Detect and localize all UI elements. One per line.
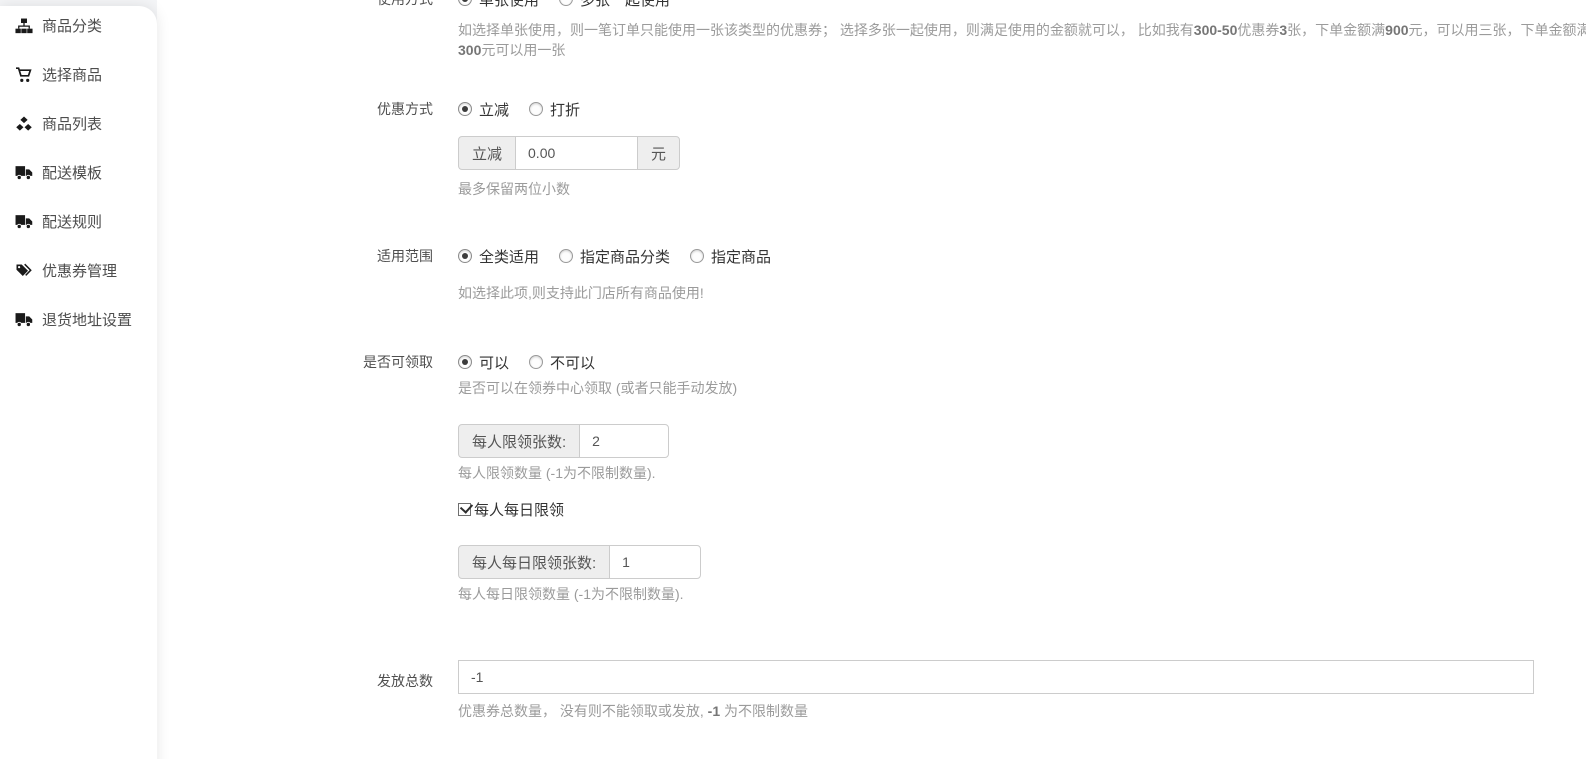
radio-icon[interactable] <box>559 0 573 6</box>
usage-label: 使用方式 <box>157 0 433 60</box>
scope-help: 如选择此项,则支持此门店所有商品使用! <box>458 284 791 303</box>
scope-radio-group: 全类适用 指定商品分类 指定商品 <box>458 241 791 271</box>
reduce-amount-addon: 立减 <box>458 136 516 170</box>
sidebar-item-product-list[interactable]: 商品列表 <box>0 99 157 148</box>
claim-label: 是否可领取 <box>157 347 433 604</box>
sitemap-icon <box>14 17 33 34</box>
per-person-limit-addon: 每人限领张数: <box>458 424 580 458</box>
discount-radio-group: 立减 打折 <box>458 94 680 124</box>
radio-percent-off[interactable]: 打折 <box>529 99 580 120</box>
sidebar-item-label: 退货地址设置 <box>42 309 132 330</box>
sidebar: 商品分类 选择商品 <box>0 6 157 759</box>
coupon-form: 使用方式 单张使用 多张一起使用 如选择单张使用，则一笔订单只能使用一张 <box>157 0 1586 721</box>
radio-specified-product[interactable]: 指定商品 <box>690 246 771 267</box>
radio-label: 立减 <box>479 99 509 120</box>
sidebar-item-return-address-settings[interactable]: 退货地址设置 <box>0 295 157 344</box>
per-person-limit-help: 每人限领数量 (-1为不限制数量). <box>458 464 737 483</box>
radio-claimable-yes[interactable]: 可以 <box>458 352 509 373</box>
radio-icon[interactable] <box>458 0 472 6</box>
cubes-icon <box>14 115 33 132</box>
sidebar-item-select-products[interactable]: 选择商品 <box>0 50 157 99</box>
radio-label: 单张使用 <box>479 0 539 10</box>
truck-icon <box>14 164 33 181</box>
claim-help: 是否可以在领券中心领取 (或者只能手动发放) <box>458 379 737 398</box>
sidebar-item-label: 配送模板 <box>42 162 102 183</box>
sidebar-item-label: 商品列表 <box>42 113 102 134</box>
radio-multi-use[interactable]: 多张一起使用 <box>559 0 670 10</box>
total-label: 发放总数 <box>157 660 433 721</box>
discount-help: 最多保留两位小数 <box>458 180 680 199</box>
page: 使用方式 单张使用 多张一起使用 如选择单张使用，则一笔订单只能使用一张 <box>0 0 1586 759</box>
radio-label: 打折 <box>550 99 580 120</box>
usage-description: 如选择单张使用，则一笔订单只能使用一张该类型的优惠券； 选择多张一起使用，则满足… <box>458 20 1586 60</box>
scope-label: 适用范围 <box>157 241 433 303</box>
form-row-discount: 优惠方式 立减 打折 立减 <box>157 94 1586 199</box>
per-day-limit-help: 每人每日限领数量 (-1为不限制数量). <box>458 585 737 604</box>
form-row-usage: 使用方式 单张使用 多张一起使用 如选择单张使用，则一笔订单只能使用一张 <box>157 0 1586 60</box>
truck-icon <box>14 213 33 230</box>
reduce-amount-group: 立减 元 <box>458 136 680 170</box>
tags-icon <box>14 262 33 279</box>
truck-icon <box>14 311 33 328</box>
per-day-limit-addon: 每人每日限领张数: <box>458 545 610 579</box>
radio-label: 指定商品 <box>711 246 771 267</box>
sidebar-item-label: 优惠券管理 <box>42 260 117 281</box>
yuan-unit-addon: 元 <box>637 136 680 170</box>
radio-instant-reduce[interactable]: 立减 <box>458 99 509 120</box>
radio-claimable-no[interactable]: 不可以 <box>529 352 595 373</box>
radio-specified-category[interactable]: 指定商品分类 <box>559 246 670 267</box>
main-content: 使用方式 单张使用 多张一起使用 如选择单张使用，则一笔订单只能使用一张 <box>157 0 1586 759</box>
usage-description-line1: 如选择单张使用，则一笔订单只能使用一张该类型的优惠券； 选择多张一起使用，则满足… <box>458 20 1586 40</box>
sidebar-item-coupon-management[interactable]: 优惠券管理 <box>0 246 157 295</box>
radio-label: 不可以 <box>550 352 595 373</box>
form-row-total: 发放总数 优惠券总数量， 没有则不能领取或发放, -1 为不限制数量 <box>157 660 1586 721</box>
form-row-scope: 适用范围 全类适用 指定商品分类 指定商品 <box>157 241 1586 303</box>
total-help: 优惠券总数量， 没有则不能领取或发放, -1 为不限制数量 <box>458 702 1534 721</box>
sidebar-nav: 商品分类 选择商品 <box>0 1 157 344</box>
sidebar-item-label: 商品分类 <box>42 15 102 36</box>
discount-label: 优惠方式 <box>157 94 433 199</box>
usage-radio-group: 单张使用 多张一起使用 <box>458 0 1586 14</box>
radio-icon[interactable] <box>458 355 472 369</box>
reduce-amount-input[interactable] <box>515 136 638 170</box>
sidebar-item-product-categories[interactable]: 商品分类 <box>0 1 157 50</box>
total-count-input[interactable] <box>458 660 1534 694</box>
radio-icon[interactable] <box>458 249 472 263</box>
usage-description-line2: 300元可以用一张 <box>458 40 1586 60</box>
radio-icon[interactable] <box>529 102 543 116</box>
per-day-limit-group: 每人每日限领张数: <box>458 545 737 579</box>
radio-icon[interactable] <box>529 355 543 369</box>
claim-radio-group: 可以 不可以 <box>458 347 737 377</box>
sidebar-item-label: 配送规则 <box>42 211 102 232</box>
sidebar-item-delivery-template[interactable]: 配送模板 <box>0 148 157 197</box>
cart-icon <box>14 66 33 83</box>
per-day-limit-input[interactable] <box>609 545 701 579</box>
radio-label: 全类适用 <box>479 246 539 267</box>
radio-label: 多张一起使用 <box>580 0 670 10</box>
form-row-claim: 是否可领取 可以 不可以 是否可以在领券中心领取 (或者只能手动发放) <box>157 347 1586 604</box>
checkbox-icon[interactable] <box>458 503 471 516</box>
daily-limit-checkbox-row[interactable]: 每人每日限领 <box>458 499 737 519</box>
radio-all-categories[interactable]: 全类适用 <box>458 246 539 267</box>
checkbox-label: 每人每日限领 <box>474 499 564 520</box>
per-person-limit-group: 每人限领张数: <box>458 424 737 458</box>
radio-icon[interactable] <box>458 102 472 116</box>
per-person-limit-input[interactable] <box>579 424 669 458</box>
sidebar-item-label: 选择商品 <box>42 64 102 85</box>
radio-label: 可以 <box>479 352 509 373</box>
sidebar-item-delivery-rules[interactable]: 配送规则 <box>0 197 157 246</box>
radio-label: 指定商品分类 <box>580 246 670 267</box>
radio-single-use[interactable]: 单张使用 <box>458 0 539 10</box>
radio-icon[interactable] <box>690 249 704 263</box>
radio-icon[interactable] <box>559 249 573 263</box>
